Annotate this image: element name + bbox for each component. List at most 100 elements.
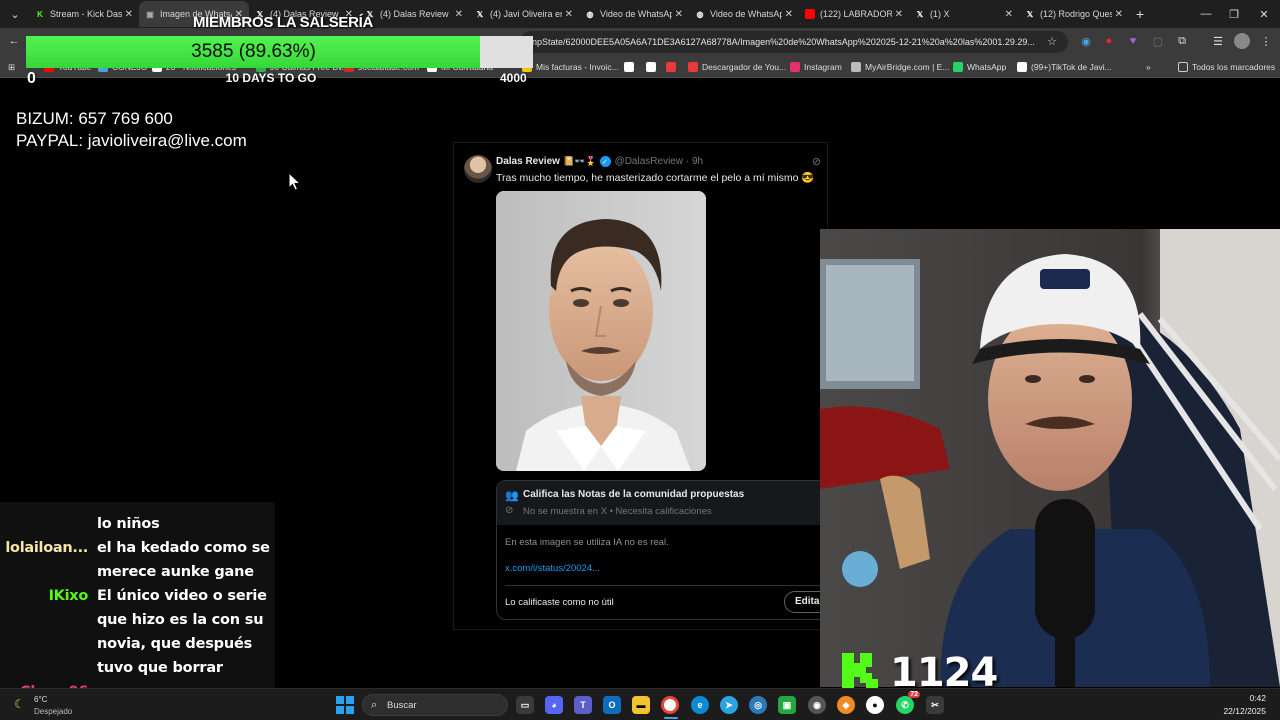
profile-avatar-icon[interactable] (1234, 33, 1250, 49)
tab-close-icon[interactable]: ✕ (455, 9, 463, 20)
extension-heart-icon[interactable]: ♥ (1125, 33, 1141, 49)
tab-label: (4) Dalas Review (380, 9, 449, 19)
tab-close-icon[interactable]: ✕ (895, 9, 903, 20)
bookmark-item[interactable] (666, 60, 680, 74)
people-icon: 👥 (505, 490, 519, 502)
outlook-icon[interactable]: O (603, 696, 621, 714)
taskbar-search-box[interactable]: ⌕ Buscar (362, 694, 508, 716)
verified-badge-icon: ✓ (599, 156, 611, 167)
edge-icon[interactable]: e (691, 696, 709, 714)
extension-sound-icon[interactable]: ◉ (1078, 33, 1094, 49)
tab-label: Video de WhatsApp (710, 9, 782, 19)
browser-tab[interactable]: ◍ Video de WhatsApp ✕ (689, 1, 799, 27)
bizum-text: BIZUM: 657 769 600 (16, 109, 173, 128)
tab-close-icon[interactable]: ✕ (1115, 9, 1123, 20)
bookmark-favicon-icon (1017, 62, 1027, 72)
progress-days-label: 10 DAYS TO GO (225, 71, 317, 85)
bookmark-item[interactable]: Instagram (790, 60, 842, 74)
tweet-author-name[interactable]: Dalas Review (496, 156, 560, 167)
bookmark-item[interactable]: WhatsApp (953, 60, 1006, 74)
task-view-icon[interactable]: ▭ (516, 696, 534, 714)
donation-info: BIZUM: 657 769 600 PAYPAL: javioliveira@… (16, 108, 247, 152)
bookmark-item[interactable]: (99+)TikTok de Javi... (1017, 60, 1112, 74)
extensions-puzzle-icon[interactable]: ⧉ (1174, 33, 1190, 49)
browser-tab[interactable]: 𝕏 (1) X ✕ (909, 1, 1019, 27)
browser-tab[interactable]: (122) LABRADOR ✕ (799, 1, 909, 27)
address-bar[interactable]: npState/62000DEE5A05A6A71DE3A6127A68778A… (520, 31, 1068, 53)
tab-close-icon[interactable]: ✕ (675, 9, 683, 20)
community-notes-title[interactable]: Califica las Notas de la comunidad propu… (523, 489, 744, 500)
more-bookmarks-icon[interactable]: » (1146, 60, 1151, 74)
tab-search-button[interactable]: ⌄ (3, 3, 27, 25)
extension-gray-icon[interactable]: ▢ (1150, 33, 1166, 49)
windows-start-icon[interactable] (336, 696, 354, 714)
tab-label: (4) Javi Oliveira en X (490, 9, 562, 19)
kick-icon: K (37, 9, 43, 19)
obs-icon[interactable]: ◉ (808, 696, 826, 714)
grok-icon[interactable]: ⊘ (812, 155, 821, 168)
mouse-cursor-icon (288, 172, 302, 191)
green-app-icon[interactable]: ▣ (778, 696, 796, 714)
browser-menu-icon[interactable]: ⋮ (1258, 33, 1274, 49)
hidden-eye-icon: ⊘ (505, 505, 514, 516)
discord-icon[interactable]: ◕ (545, 696, 563, 714)
tab-close-icon[interactable]: ✕ (565, 9, 573, 20)
bookmark-label: (99+)TikTok de Javi... (1031, 62, 1112, 72)
tab-close-icon[interactable]: ✕ (125, 9, 133, 20)
whatsapp-icon[interactable]: ✆ 72 (896, 691, 920, 714)
browser-tab[interactable]: K Stream - Kick Dashbo✕ (29, 1, 139, 27)
all-bookmarks-label: Todos los marcadores (1192, 62, 1276, 72)
back-arrow-icon[interactable]: ← (6, 33, 22, 49)
orange-app-icon[interactable]: ◆ (837, 696, 855, 714)
url-text: npState/62000DEE5A05A6A71DE3A6127A68778A… (532, 37, 1035, 47)
tweet-card[interactable]: Dalas Review 📔👓🎖️ ✓ @DalasReview · 9h ⊘ … (453, 142, 836, 630)
maximize-button[interactable]: ❐ (1220, 0, 1248, 28)
new-tab-button[interactable]: + (1129, 6, 1151, 22)
chat-message: que hizo es la con su (97, 612, 264, 628)
bookmark-item[interactable]: Mis facturas - Invoic... (522, 60, 619, 74)
all-bookmarks-folder[interactable]: Todos los marcadores (1178, 60, 1275, 74)
bookmark-item[interactable] (624, 60, 638, 74)
telegram-icon[interactable]: ➤ (720, 696, 738, 714)
chat-message: lo niños (97, 516, 160, 532)
tweet-text: Tras mucho tiempo, he masterizado cortar… (496, 172, 815, 184)
tweet-author-avatar[interactable] (464, 155, 492, 183)
minimize-button[interactable]: — (1192, 0, 1220, 28)
tweet-photo[interactable] (496, 191, 706, 471)
chrome-icon[interactable] (661, 696, 679, 714)
clock-time[interactable]: 0:42 (1249, 693, 1266, 703)
reading-list-icon[interactable]: ☰ (1210, 33, 1226, 49)
image-icon: ▣ (146, 9, 154, 19)
community-note-link[interactable]: x.com/i/status/20024... (505, 563, 600, 574)
tab-close-icon[interactable]: ✕ (1005, 9, 1013, 20)
snipping-tool-icon[interactable]: ✂ (926, 696, 944, 714)
file-explorer-icon[interactable]: ▬ (632, 696, 650, 714)
close-window-button[interactable]: ✕ (1250, 0, 1278, 28)
chat-overlay: lo niños lolailoan... el ha kedado como se… (0, 502, 275, 717)
apps-grid-icon[interactable]: ⊞ (8, 60, 15, 74)
bookmark-item[interactable]: Descargador de You... (688, 60, 786, 74)
members-progress-bar: 3585 (89.63%) (26, 36, 533, 68)
clock-date[interactable]: 22/12/2025 (1223, 706, 1266, 716)
browser-tab[interactable]: 𝕏 (4) Javi Oliveira en X✕ (469, 1, 579, 27)
star-icon[interactable]: ☆ (1044, 33, 1060, 49)
tweet-header: Dalas Review 📔👓🎖️ ✓ @DalasReview · 9h (496, 156, 703, 167)
tab-label: Stream - Kick Dashbo (50, 9, 122, 19)
weather-widget[interactable]: ☾ 6°C Despejado (10, 693, 72, 717)
bookmark-label: Mis facturas - Invoic... (536, 62, 619, 72)
bookmark-item[interactable]: MyAirBridge.com | E... (851, 60, 949, 74)
youtube-icon (805, 9, 815, 19)
bookmark-favicon-icon (851, 62, 861, 72)
globe-app-icon[interactable]: ◎ (749, 696, 767, 714)
bookmark-label: Instagram (804, 62, 842, 72)
teams-icon[interactable]: T (574, 696, 592, 714)
bookmark-item[interactable] (646, 60, 660, 74)
browser-tab[interactable]: ◍ Video de WhatsApp ✕ (579, 1, 689, 27)
extension-record-icon[interactable]: ● (1101, 33, 1117, 49)
white-app-icon[interactable]: ● (866, 696, 884, 714)
bookmark-favicon-icon (646, 62, 656, 72)
browser-tab[interactable]: 𝕏 (12) Rodrigo Quesada✕ (1019, 1, 1129, 27)
tab-close-icon[interactable]: ✕ (785, 9, 793, 20)
chat-message: el ha kedado como se (97, 540, 270, 556)
globe-icon: ◍ (586, 9, 594, 19)
